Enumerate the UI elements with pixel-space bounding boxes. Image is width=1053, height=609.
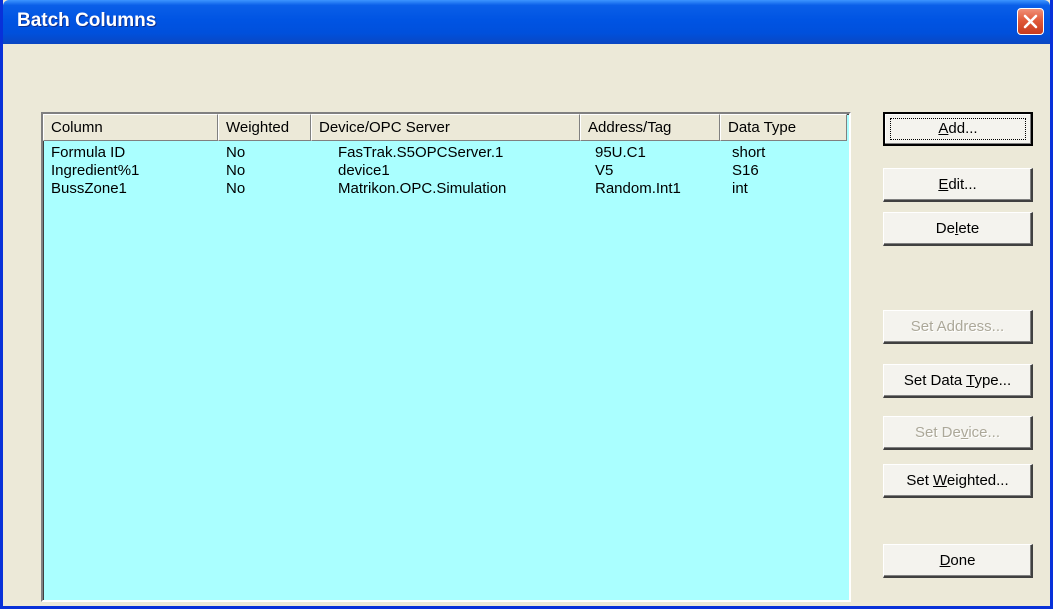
cell-address: Random.Int1 (595, 180, 681, 197)
cell-data-type: S16 (732, 162, 759, 179)
add-button-label: Add... (938, 120, 978, 137)
edit-button-label: Edit... (938, 175, 977, 193)
set-data-type-button[interactable]: Set Data Type... (883, 364, 1033, 398)
column-header-address-tag[interactable]: Address/Tag (580, 114, 720, 141)
cell-weighted: No (226, 144, 246, 161)
set-address-button[interactable]: Set Address... (883, 310, 1033, 344)
column-header-column[interactable]: Column (43, 114, 218, 141)
done-button-label: Done (939, 551, 976, 569)
cell-device: FasTrak.S5OPCServer.1 (338, 144, 504, 161)
dialog-body: Column Weighted Device/OPC Server Addres… (3, 44, 1050, 606)
cell-address: 95U.C1 (595, 144, 646, 161)
delete-button-label: Delete (935, 219, 980, 237)
cell-address: V5 (595, 162, 614, 179)
column-header-weighted[interactable]: Weighted (218, 114, 311, 141)
close-icon (1023, 14, 1038, 29)
set-weighted-button[interactable]: Set Weighted... (883, 464, 1033, 498)
table-row[interactable]: BussZone1 No Matrikon.OPC.Simulation Ran… (43, 180, 849, 198)
batch-columns-dialog: Batch Columns Column Weighted Device/OPC… (0, 0, 1053, 609)
list-header: Column Weighted Device/OPC Server Addres… (43, 114, 849, 141)
cell-column: BussZone1 (51, 180, 127, 197)
cell-data-type: int (732, 180, 748, 197)
table-row[interactable]: Formula ID No FasTrak.S5OPCServer.1 95U.… (43, 144, 849, 162)
close-button[interactable] (1017, 8, 1044, 35)
window-title: Batch Columns (17, 10, 157, 31)
title-bar[interactable]: Batch Columns (3, 0, 1050, 44)
column-header-device-opc-server[interactable]: Device/OPC Server (311, 114, 580, 141)
cell-device: Matrikon.OPC.Simulation (338, 180, 507, 197)
add-button[interactable]: Add... (883, 112, 1033, 146)
cell-device: device1 (338, 162, 390, 179)
set-address-button-label: Set Address... (910, 317, 1005, 335)
set-weighted-button-label: Set Weighted... (906, 471, 1009, 489)
delete-button[interactable]: Delete (883, 212, 1033, 246)
cell-data-type: short (732, 144, 766, 161)
column-header-data-type[interactable]: Data Type (720, 114, 847, 141)
cell-weighted: No (226, 180, 246, 197)
set-device-button-label: Set Device... (914, 423, 1001, 441)
cell-column: Ingredient%1 (51, 162, 140, 179)
set-data-type-button-label: Set Data Type... (903, 371, 1012, 389)
cell-column: Formula ID (51, 144, 126, 161)
batch-columns-list[interactable]: Column Weighted Device/OPC Server Addres… (41, 112, 851, 602)
set-device-button[interactable]: Set Device... (883, 416, 1033, 450)
table-row[interactable]: Ingredient%1 No device1 V5 S16 (43, 162, 849, 180)
cell-weighted: No (226, 162, 246, 179)
edit-button[interactable]: Edit... (883, 168, 1033, 202)
done-button[interactable]: Done (883, 544, 1033, 578)
